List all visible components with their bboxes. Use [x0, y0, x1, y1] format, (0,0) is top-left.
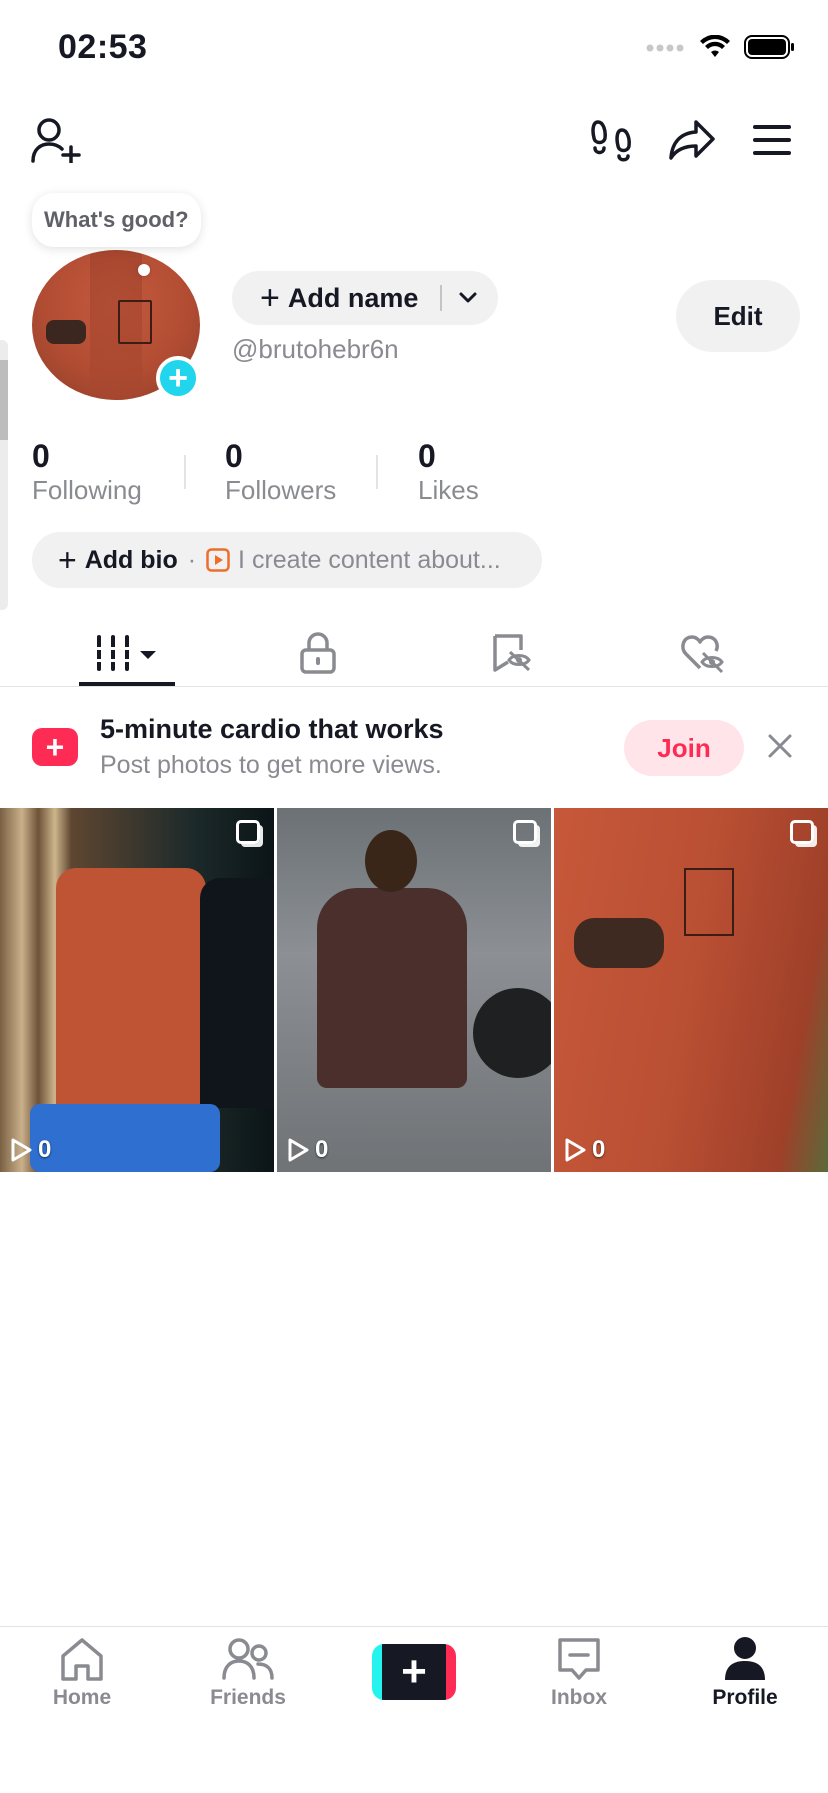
video-hand [574, 918, 664, 968]
hamburger-menu-icon [753, 125, 791, 155]
stat-likes[interactable]: 0 Likes [418, 438, 479, 506]
add-avatar-button[interactable]: + [156, 356, 200, 400]
tab-private[interactable] [232, 620, 404, 686]
nav-profile[interactable]: Profile [680, 1636, 810, 1710]
inbox-icon [558, 1638, 600, 1680]
add-user-icon [31, 118, 81, 163]
friends-icon [222, 1638, 274, 1680]
multi-photo-icon [236, 820, 260, 844]
stat-divider [376, 455, 378, 489]
bookmark-hidden-icon [493, 634, 531, 672]
close-banner-button[interactable] [764, 730, 796, 767]
tab-videos[interactable] [40, 620, 212, 686]
view-count-value: 0 [38, 1136, 52, 1163]
profile-icon [725, 1637, 765, 1680]
banner-title: 5-minute cardio that works [100, 714, 444, 744]
nav-friends[interactable]: Friends [183, 1636, 313, 1710]
nav-profile-label: Profile [712, 1686, 778, 1709]
video-thumbnail[interactable]: 0 [0, 808, 274, 1172]
video-subject-head [365, 830, 417, 892]
stat-label: Followers [225, 475, 337, 505]
plus-icon: + [45, 728, 65, 765]
tab-saved[interactable] [424, 620, 596, 686]
add-name-button[interactable]: + Add name [232, 271, 498, 325]
bio-placeholder: I create content about... [238, 545, 501, 574]
cardio-banner-icon: + [32, 728, 78, 766]
play-icon [288, 1138, 309, 1162]
nav-home-label: Home [52, 1686, 112, 1709]
add-bio-label: Add bio [84, 545, 178, 574]
video-subject [317, 888, 467, 1088]
view-count: 0 [10, 1136, 51, 1164]
add-friend-button[interactable] [28, 112, 84, 168]
video-thumbnail[interactable]: 0 [554, 808, 828, 1172]
close-icon [768, 734, 792, 758]
signal-icon [646, 44, 684, 52]
video-thumbnail[interactable]: 0 [277, 808, 551, 1172]
video-subject [56, 868, 206, 1118]
nav-inbox-label: Inbox [551, 1686, 607, 1709]
status-bubble[interactable]: What's good? [32, 193, 201, 247]
lock-icon [300, 632, 336, 674]
plus-icon: + [58, 542, 77, 578]
multi-photo-icon [513, 820, 537, 844]
footprints-icon [591, 120, 631, 162]
video-image [554, 808, 828, 1172]
battery-icon [744, 35, 794, 59]
status-icons [646, 34, 796, 60]
tab-liked[interactable] [616, 620, 788, 686]
chevron-down-icon[interactable] [458, 291, 478, 305]
menu-button[interactable] [744, 112, 800, 168]
view-count-value: 0 [592, 1136, 606, 1163]
multi-photo-icon [790, 820, 814, 844]
tabs-divider [0, 686, 828, 687]
plus-icon: + [260, 279, 280, 317]
play-icon [11, 1138, 32, 1162]
view-count: 0 [287, 1136, 328, 1164]
view-count-value: 0 [315, 1136, 329, 1163]
video-pocket [684, 868, 734, 936]
stat-divider [184, 455, 186, 489]
drawer-handle-thumb [0, 360, 8, 440]
divider [440, 285, 442, 311]
bubble-tail [138, 264, 150, 276]
video-icon [206, 548, 230, 572]
stat-value: 0 [418, 438, 436, 474]
add-name-label: Add name [287, 282, 419, 313]
stat-value: 0 [32, 438, 50, 474]
stat-following[interactable]: 0 Following [32, 438, 142, 506]
nav-friends-label: Friends [210, 1686, 286, 1709]
plus-icon: + [382, 1644, 446, 1700]
home-icon [61, 1638, 103, 1681]
status-time: 02:53 [58, 28, 148, 66]
grid-videos-icon [94, 635, 156, 671]
share-profile-button[interactable] [664, 112, 720, 168]
wifi-icon [700, 35, 730, 57]
stat-value: 0 [225, 438, 243, 474]
footprints-button[interactable] [584, 112, 640, 168]
video-bottom [30, 1104, 220, 1172]
stat-label: Likes [418, 475, 479, 505]
nav-inbox[interactable]: Inbox [514, 1636, 644, 1710]
banner-subtitle: Post photos to get more views. [100, 751, 442, 779]
stat-followers[interactable]: 0 Followers [225, 438, 336, 506]
nav-home[interactable]: Home [17, 1636, 147, 1710]
heart-hidden-icon [681, 635, 724, 674]
view-count: 0 [564, 1136, 605, 1164]
username: @brutohebr6n [232, 334, 399, 364]
bio-separator: · [187, 545, 197, 574]
share-icon [669, 120, 715, 160]
plus-icon: + [168, 359, 188, 397]
create-button[interactable]: + [372, 1644, 456, 1700]
join-button[interactable]: Join [624, 720, 744, 776]
add-bio-button[interactable]: + Add bio · I create content about... [32, 532, 542, 588]
play-icon [565, 1138, 586, 1162]
stat-label: Following [32, 475, 142, 505]
edit-profile-button[interactable]: Edit [676, 280, 800, 352]
video-subject-dark [200, 878, 274, 1108]
